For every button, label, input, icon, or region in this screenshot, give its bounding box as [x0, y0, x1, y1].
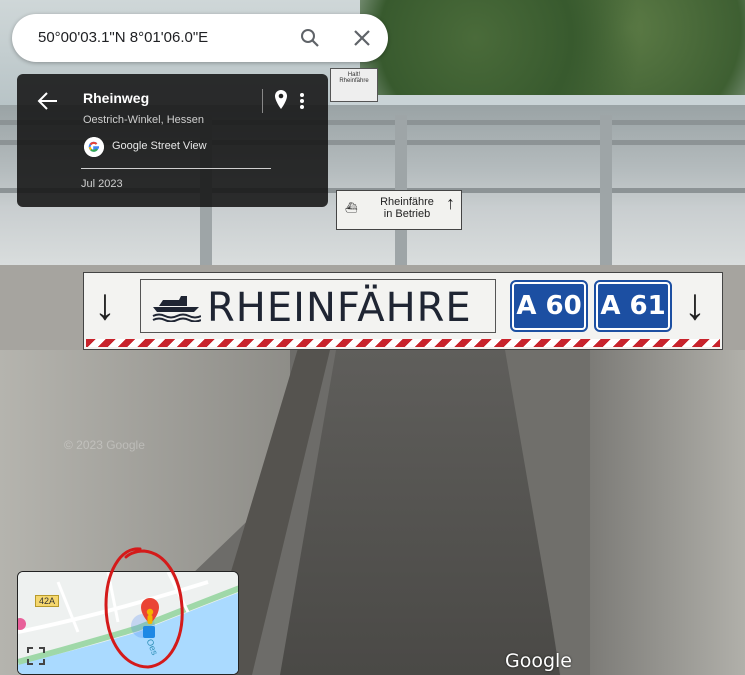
more-vert-icon[interactable] — [297, 90, 307, 112]
imagery-source[interactable]: Google Street View — [112, 140, 207, 152]
arrow-down-icon: ↓ — [94, 280, 116, 329]
fullscreen-icon[interactable] — [26, 646, 46, 666]
ferry-sign-panel: RHEINFÄHRE — [140, 279, 496, 333]
arrow-back-icon[interactable] — [35, 90, 61, 112]
panel-divider-line — [81, 168, 271, 169]
route-a60-badge: A 60 — [510, 280, 588, 332]
arrow-up-icon: ↑ — [446, 193, 455, 213]
search-box[interactable]: 50°00'03.1"N 8°01'06.0"E — [12, 14, 388, 62]
place-subtitle: Oestrich-Winkel, Hessen — [83, 114, 205, 126]
google-g-icon — [84, 137, 104, 157]
small-sign-line1: Rheinfähre — [380, 196, 434, 208]
search-icon[interactable] — [298, 26, 322, 50]
rheinfaehre-sign: ↓ RHEINFÄHRE A 60 A 61 ↓ — [83, 272, 723, 350]
arrow-down-icon: ↓ — [684, 280, 706, 329]
warning-stripes — [86, 339, 720, 347]
halt-sign: Halt! Rheinfähre — [330, 68, 378, 102]
capture-date[interactable]: Jul 2023 — [81, 178, 123, 190]
location-info-panel: Rheinweg Oestrich-Winkel, Hessen Google … — [17, 74, 328, 207]
google-logo: Google — [505, 650, 573, 672]
rheinfaehre-text: RHEINFÄHRE — [207, 285, 472, 331]
railing-post — [600, 115, 612, 275]
close-icon[interactable] — [350, 26, 374, 50]
trees — [360, 0, 745, 95]
ship-icon — [152, 296, 201, 322]
ferry-operating-sign: ⛴ Rheinfähre in Betrieb ↑ — [336, 190, 462, 230]
red-circle-annotation — [104, 547, 184, 669]
ferry-icon: ⛴ — [345, 203, 358, 214]
panel-vertical-divider — [262, 89, 263, 113]
halt-sign-line2: Rheinfähre — [339, 78, 369, 84]
search-input[interactable]: 50°00'03.1"N 8°01'06.0"E — [38, 29, 208, 46]
copyright-watermark: © 2023 Google — [64, 438, 145, 452]
underpass-right-wall — [590, 350, 745, 675]
place-title[interactable]: Rheinweg — [83, 90, 149, 106]
road-number-badge: 42A — [35, 595, 60, 607]
small-sign-line2: in Betrieb — [383, 208, 431, 220]
route-a61-badge: A 61 — [594, 280, 672, 332]
location-pin-icon[interactable] — [273, 89, 289, 111]
